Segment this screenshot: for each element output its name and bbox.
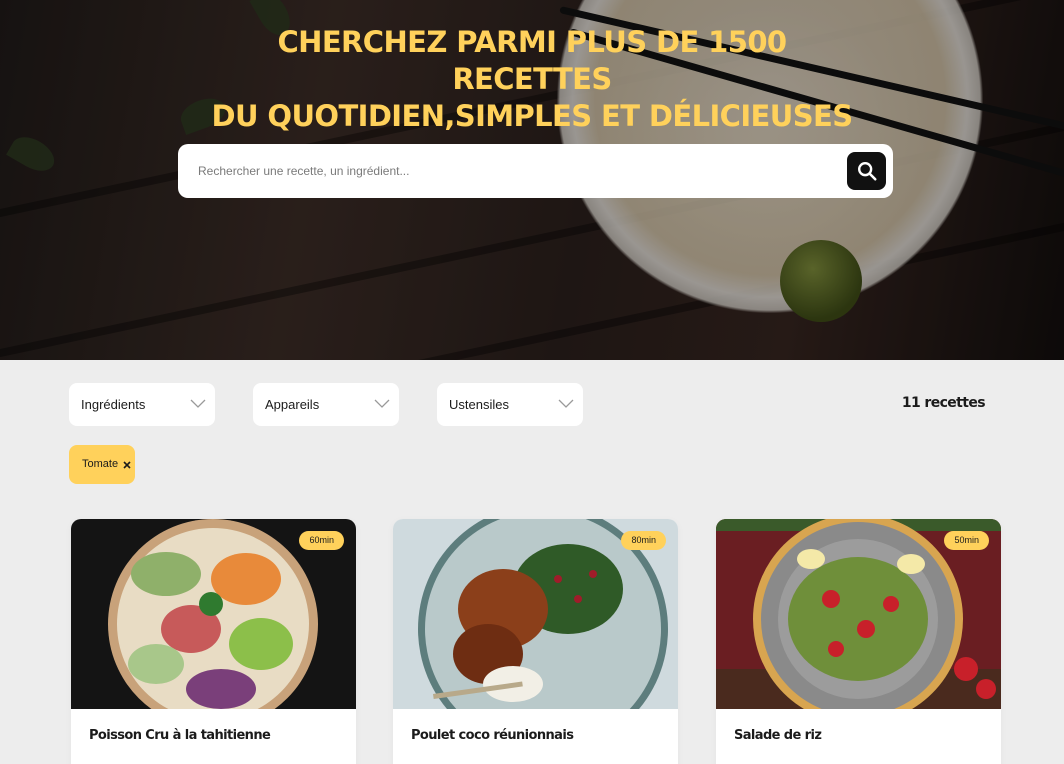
search-bar	[178, 144, 893, 198]
filter-label: Appareils	[265, 397, 320, 412]
search-icon	[857, 162, 877, 181]
chevron-down-icon	[190, 399, 206, 408]
hero-title-line: CHERCHEZ PARMI PLUS DE 1500 RECETTES	[277, 25, 787, 96]
recipe-card[interactable]: 50min Salade de riz	[716, 519, 1001, 764]
recipe-title: Poisson Cru à la tahitienne	[89, 728, 271, 743]
filter-label: Ingrédients	[81, 397, 146, 412]
recipe-card[interactable]: 80min Poulet coco réunionnais	[393, 519, 678, 764]
chevron-down-icon	[374, 399, 390, 408]
time-badge: 80min	[621, 531, 666, 550]
close-icon[interactable]	[123, 461, 131, 469]
recipe-card[interactable]: 60min Poisson Cru à la tahitienne	[71, 519, 356, 764]
hero-title-line: DU QUOTIDIEN,SIMPLES ET DÉLICIEUSES	[211, 99, 853, 133]
search-button[interactable]	[847, 152, 886, 190]
time-badge: 60min	[299, 531, 344, 550]
search-input[interactable]	[198, 157, 838, 185]
filter-label: Ustensiles	[449, 397, 509, 412]
tag-label: Tomate	[82, 458, 119, 470]
time-badge: 50min	[944, 531, 989, 550]
recipe-title: Salade de riz	[734, 728, 822, 743]
hero-banner: CHERCHEZ PARMI PLUS DE 1500 RECETTES DU …	[0, 0, 1064, 360]
chevron-down-icon	[558, 399, 574, 408]
hero-title: CHERCHEZ PARMI PLUS DE 1500 RECETTES DU …	[200, 24, 864, 135]
recipe-title: Poulet coco réunionnais	[411, 728, 574, 743]
filter-dropdown-ingredients[interactable]: Ingrédients	[69, 383, 215, 426]
filter-dropdown-appareils[interactable]: Appareils	[253, 383, 399, 426]
recipe-count: 11 recettes	[901, 395, 986, 411]
filter-dropdown-ustensiles[interactable]: Ustensiles	[437, 383, 583, 426]
active-filter-tag: Tomate	[69, 445, 135, 484]
